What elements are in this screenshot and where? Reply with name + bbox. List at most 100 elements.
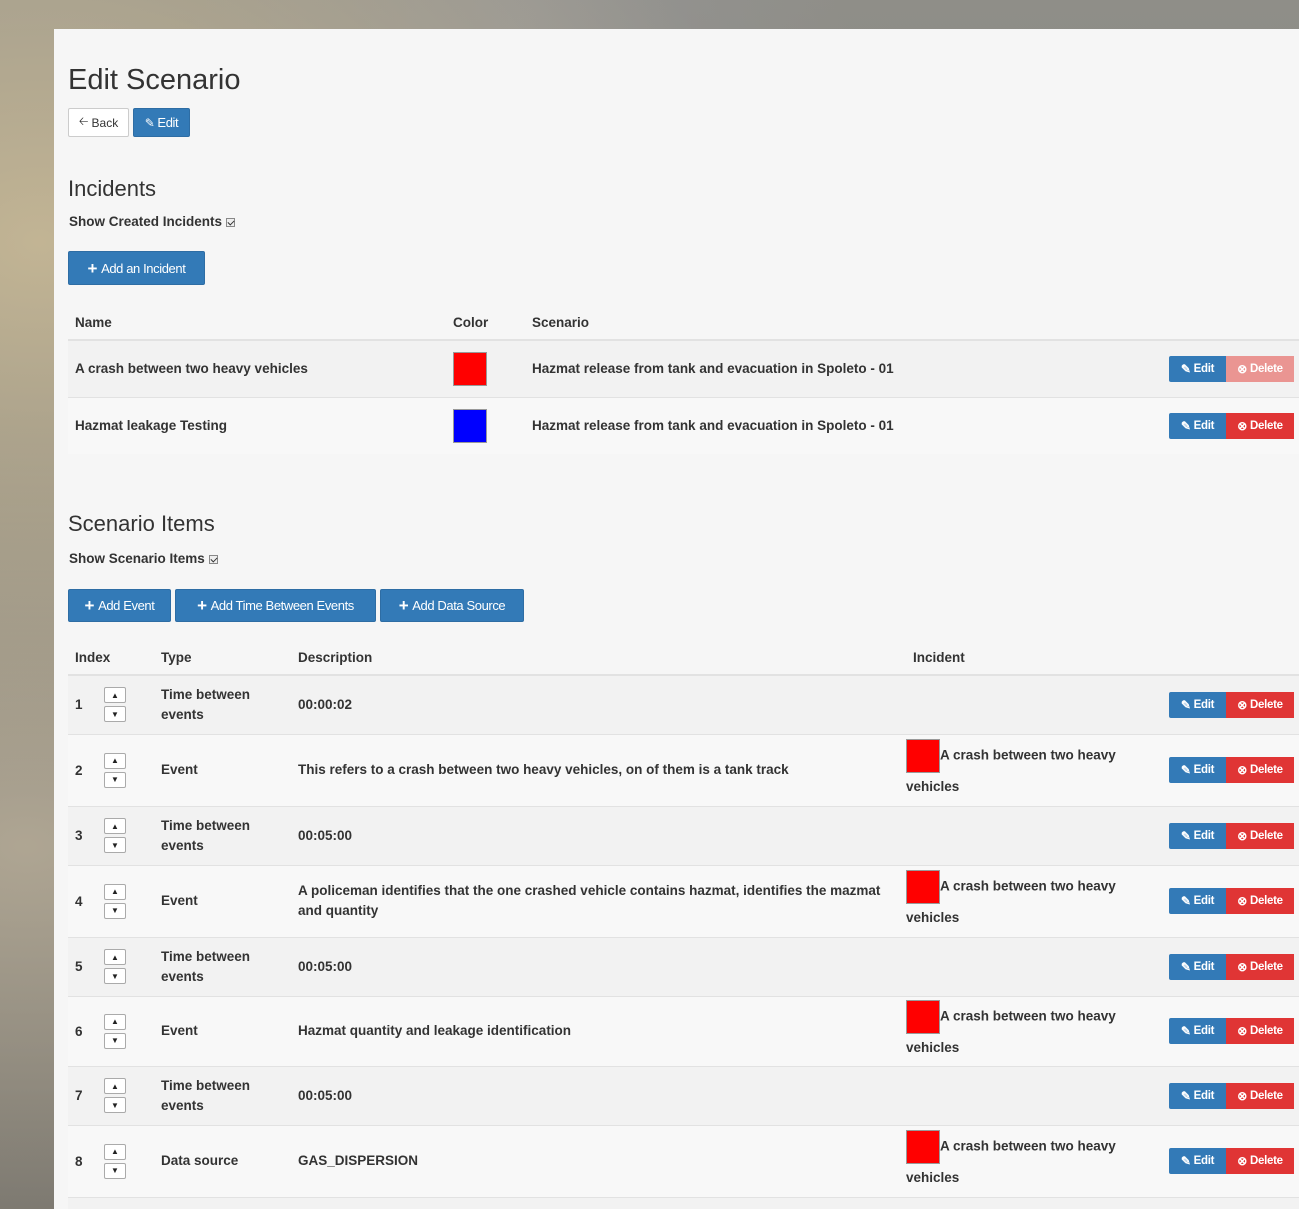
arrow-left-icon: 🡠 [78,114,89,128]
plus-icon: + [84,596,95,615]
page-title: Edit Scenario [68,64,241,96]
item-delete-button[interactable]: ⊗ Delete [1226,888,1294,914]
move-up-button[interactable]: ▲ [104,818,126,834]
move-up-button[interactable]: ▲ [104,1013,126,1030]
edit-icon: ✎ [144,115,155,130]
reorder-control: ▲ ▼ [104,1013,126,1049]
back-button-label: Back [91,115,119,130]
edit-icon: ✎ [1180,828,1191,843]
move-up-button[interactable]: ▲ [104,1143,126,1160]
move-down-button[interactable]: ▼ [104,837,126,853]
scenario-items-body: 1 ▲ ▼ Time between events 00:00:02 ✎ Edit ⊗ Dele… [68,674,1299,1209]
add-incident-label: Add an Incident [101,260,186,276]
scenario-item-row: 4 ▲ ▼ Event A policeman identifies that the … [68,864,1299,937]
move-down-button[interactable]: ▼ [104,902,126,919]
move-up-button[interactable]: ▲ [104,883,126,900]
move-down-button[interactable]: ▼ [104,968,126,984]
incident-scenario: Hazmat release from tank and evacuation … [532,361,894,377]
item-index: 2 [75,762,83,778]
add-data-source-button[interactable]: + Add Data Source [380,589,524,622]
item-edit-button[interactable]: ✎ Edit [1169,691,1226,718]
item-delete-button[interactable]: ⊗ Delete [1226,691,1294,718]
item-edit-button[interactable]: ✎ Edit [1169,1018,1226,1044]
item-description: This refers to a crash between two heavy… [291,733,906,806]
edit-icon: ✎ [1180,1154,1191,1168]
plus-icon: + [87,258,98,278]
back-button[interactable]: 🡠 Back [68,108,129,137]
item-description: GAS_DISPERSION [291,1124,906,1197]
incident-row: Hazmat leakage Testing Hazmat release fr… [68,396,1299,454]
caret-up-icon: ▲ [111,1017,119,1026]
incident-name: A crash between two heavy vehicles [68,339,446,397]
scenario-items-heading: Scenario Items [68,511,215,536]
show-items-checkbox[interactable] [208,555,218,564]
plus-icon: + [398,596,409,615]
item-edit-button[interactable]: ✎ Edit [1169,757,1226,783]
item-edit-button[interactable]: ✎ Edit [1169,953,1226,980]
edit-icon: ✎ [1180,763,1191,777]
item-edit-button[interactable]: ✎ Edit [1169,1082,1226,1109]
add-event-button[interactable]: + Add Event [68,589,171,622]
edit-scenario-label: Edit [157,115,179,130]
incident-color-swatch [453,351,487,386]
move-down-button[interactable]: ▼ [104,706,126,723]
caret-up-icon: ▲ [111,821,119,831]
move-up-button[interactable]: ▲ [104,752,126,769]
col-incident: Incident [906,641,1299,676]
item-delete-button[interactable]: ⊗ Delete [1226,1082,1294,1109]
delete-circle-icon: ⊗ [1237,1154,1248,1168]
edit-icon: ✎ [1180,1024,1191,1038]
show-incidents-label: Show Created Incidents [69,214,223,229]
item-description: Hazmat quantity and leakage identificati… [291,995,906,1066]
item-delete-button[interactable]: ⊗ Delete [1226,757,1294,783]
col-color: Color [446,306,525,341]
show-items-toggle[interactable]: Show Scenario Items [69,551,218,566]
item-index: 1 [75,697,83,713]
scenario-item-row: 3 ▲ ▼ Time between events 00:05:00 ✎ Edit ⊗ Dele… [68,805,1299,865]
reorder-control: ▲ ▼ [104,752,126,788]
incidents-table: Name Color Scenario A crash between two … [68,306,1299,454]
item-delete-button[interactable]: ⊗ Delete [1226,953,1294,980]
move-down-button[interactable]: ▼ [104,1162,126,1179]
delete-circle-icon: ⊗ [1237,828,1248,843]
delete-circle-icon: ⊗ [1237,894,1248,908]
add-time-between-events-button[interactable]: + Add Time Between Events [175,589,376,622]
add-incident-button[interactable]: + Add an Incident [68,251,205,285]
item-description: 00:05:00 [291,936,906,996]
move-up-button[interactable]: ▲ [104,687,126,704]
incident-delete-button[interactable]: ⊗ Delete [1226,356,1294,382]
move-up-button[interactable]: ▲ [104,949,126,965]
col-scenario: Scenario [525,306,1299,341]
reorder-control: ▲ ▼ [104,687,126,723]
item-edit-button[interactable]: ✎ Edit [1169,1148,1226,1174]
item-delete-button[interactable]: ⊗ Delete [1226,822,1294,849]
incident-edit-button[interactable]: ✎ Edit [1169,356,1226,382]
incident-delete-button[interactable]: ⊗ Delete [1226,412,1294,439]
edit-icon: ✎ [1180,362,1191,376]
move-down-button[interactable]: ▼ [104,771,126,788]
delete-circle-icon: ⊗ [1237,1088,1248,1103]
scenario-item-row: 6 ▲ ▼ Event Hazmat quantity and leakage iden… [68,995,1299,1066]
edit-icon: ✎ [1180,418,1191,433]
show-incidents-checkbox[interactable] [226,218,236,227]
move-down-button[interactable]: ▼ [104,1097,126,1113]
move-up-button[interactable]: ▲ [104,1078,126,1094]
item-edit-button[interactable]: ✎ Edit [1169,822,1226,849]
caret-up-icon: ▲ [111,952,119,962]
item-type: Time between events [154,805,291,865]
item-edit-button[interactable]: ✎ Edit [1169,888,1226,914]
scenario-items-table: Index Type Description Incident 1 ▲ ▼ Time … [68,641,1299,1209]
incident-edit-button[interactable]: ✎ Edit [1169,412,1226,439]
move-down-button[interactable]: ▼ [104,1032,126,1049]
col-name: Name [68,306,446,341]
item-delete-button[interactable]: ⊗ Delete [1226,1148,1294,1174]
item-delete-button[interactable]: ⊗ Delete [1226,1018,1294,1044]
edit-scenario-button[interactable]: ✎ Edit [133,108,190,137]
reorder-control: ▲ ▼ [104,883,126,919]
delete-circle-icon: ⊗ [1237,362,1248,376]
edit-icon: ✎ [1180,959,1191,974]
delete-circle-icon: ⊗ [1237,763,1248,777]
caret-up-icon: ▲ [111,1147,119,1156]
item-incident: A crash between two heavy vehicles [906,870,1131,932]
show-incidents-toggle[interactable]: Show Created Incidents [69,214,236,229]
